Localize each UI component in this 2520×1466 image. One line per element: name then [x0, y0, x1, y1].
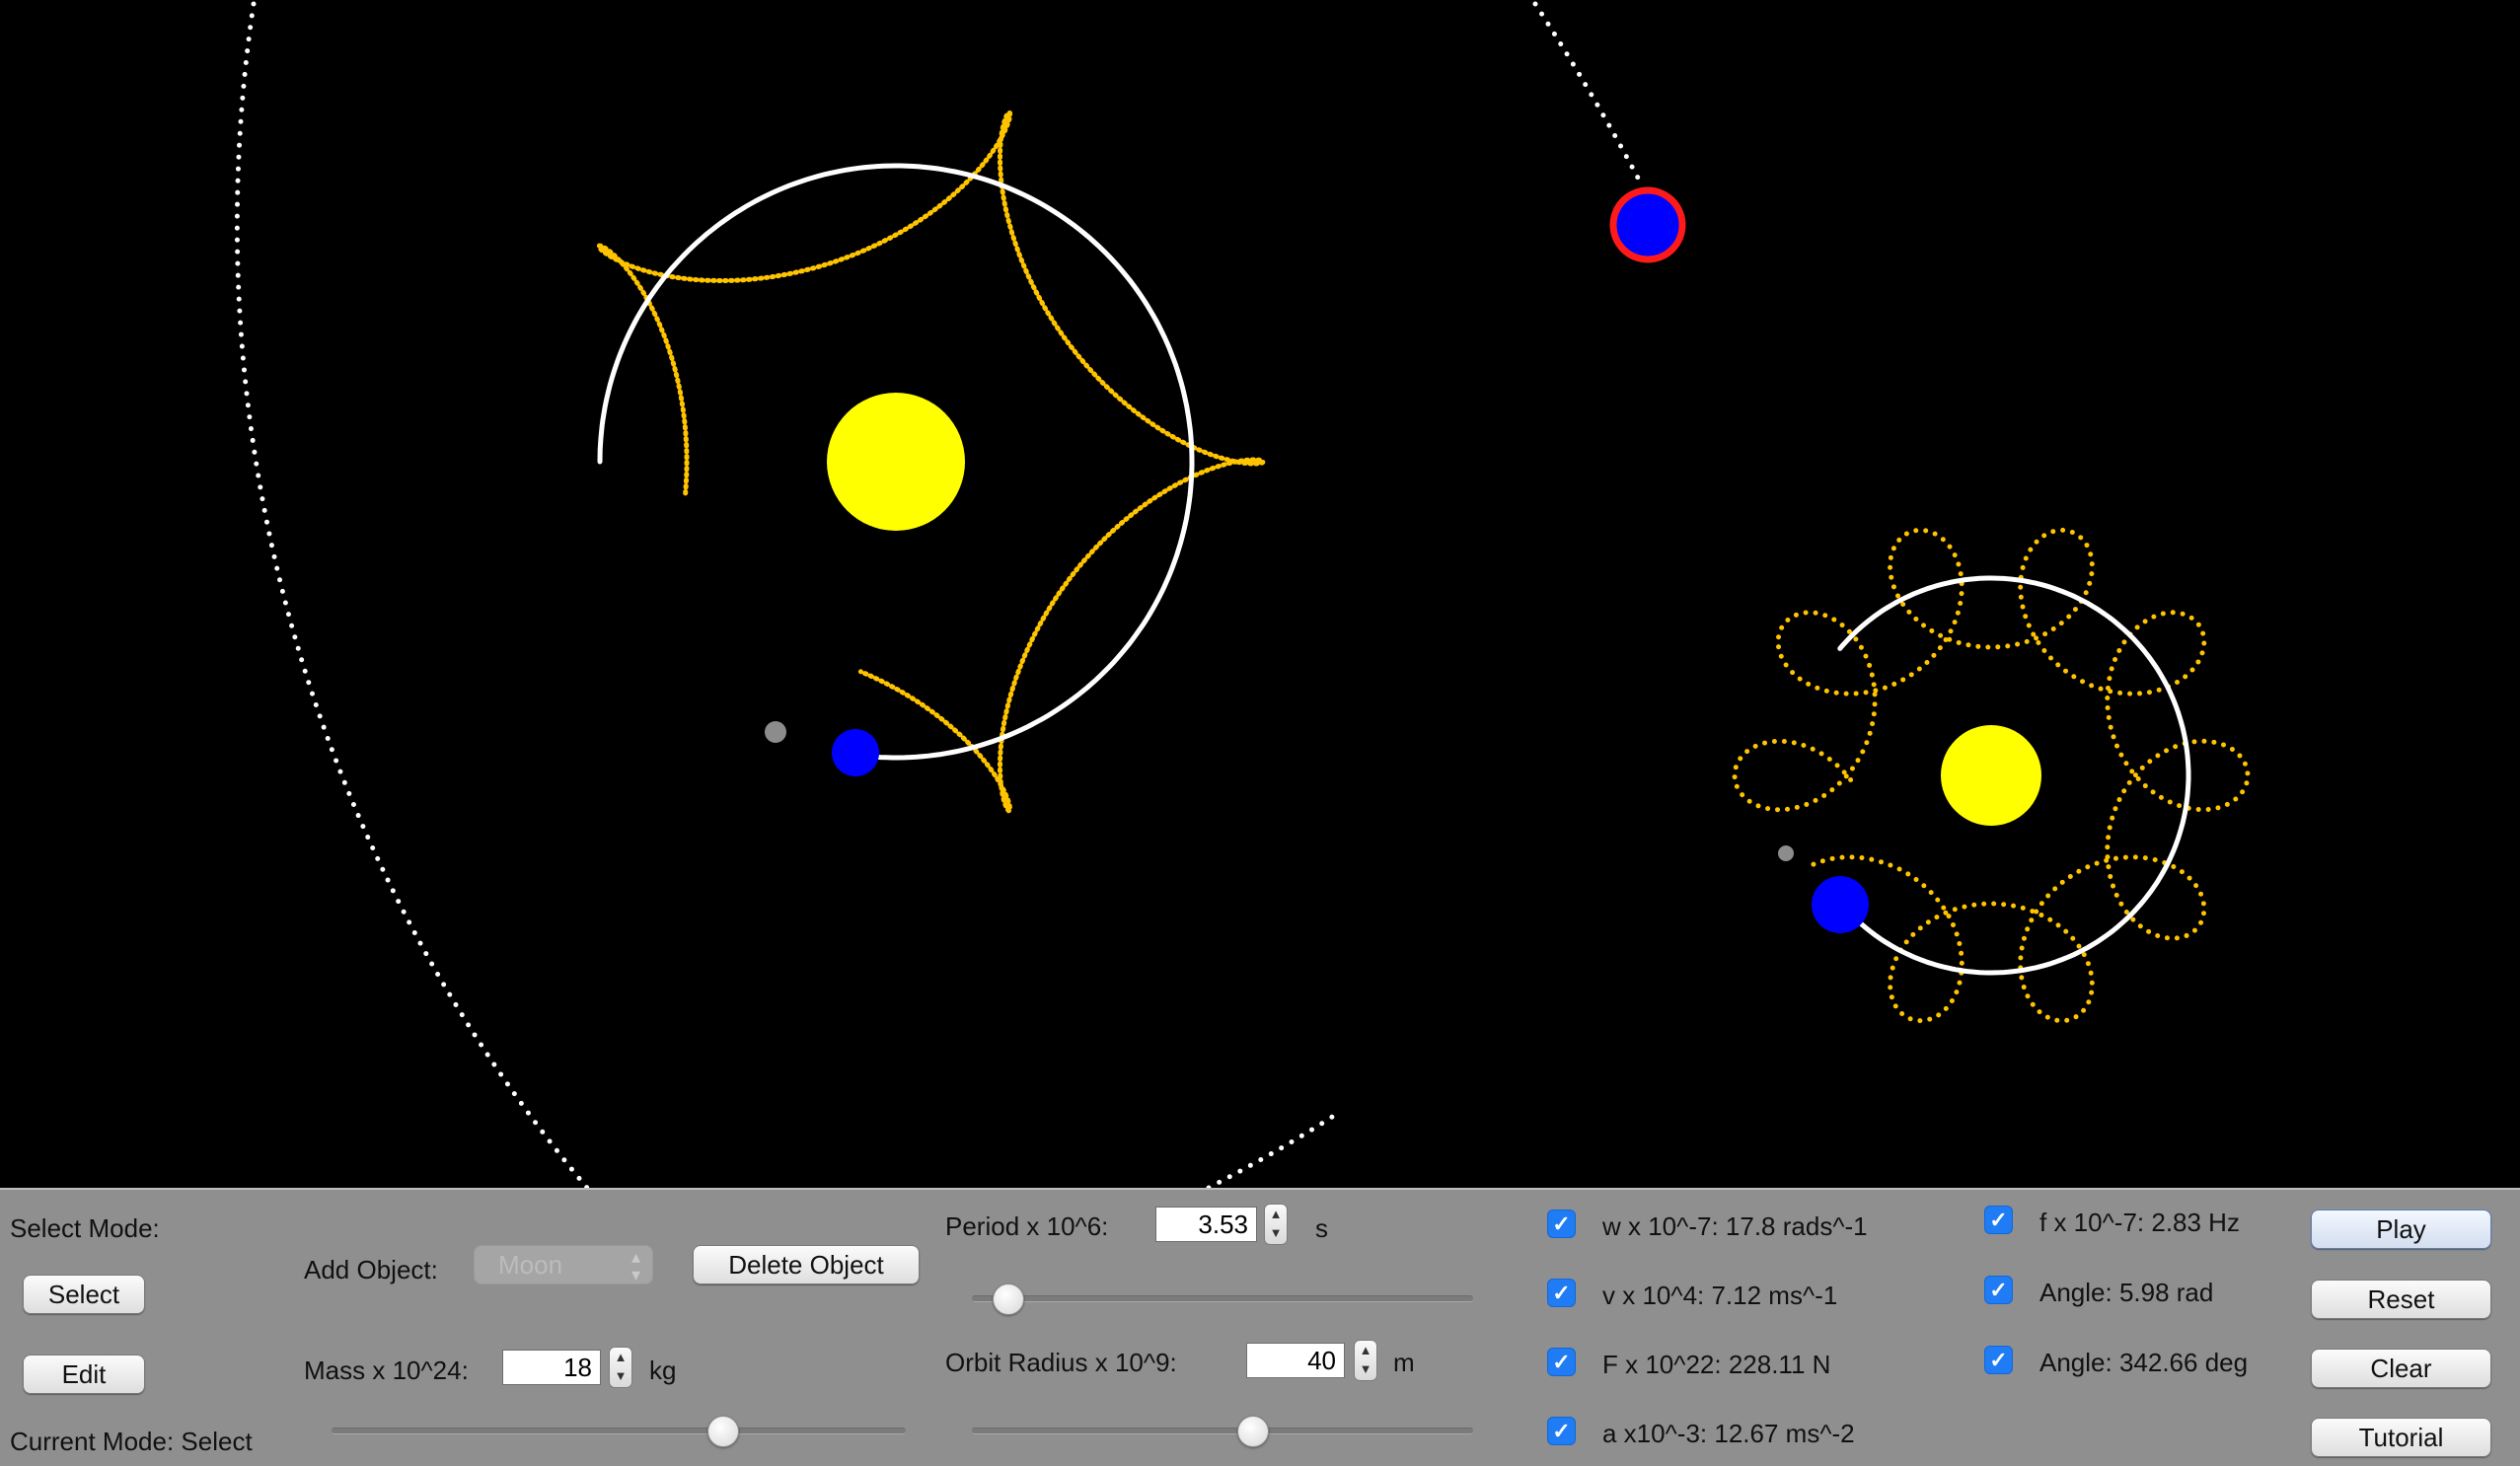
- orbit-radius-input[interactable]: 40: [1246, 1343, 1345, 1378]
- orbit-radius-stepper[interactable]: ▲ ▼: [1354, 1340, 1377, 1381]
- mass-unit: kg: [649, 1356, 677, 1385]
- w-checkbox[interactable]: ✓: [1547, 1209, 1576, 1238]
- velocity-readout: v x 10^4: 7.12 ms^-1: [1602, 1281, 1838, 1310]
- f-checkbox[interactable]: ✓: [1984, 1206, 2013, 1234]
- clear-button[interactable]: Clear: [2311, 1349, 2491, 1388]
- dropdown-arrows-icon: ▴ ▾: [630, 1247, 640, 1284]
- angle-deg-readout: Angle: 342.66 deg: [2039, 1348, 2249, 1377]
- orbit-radius-label: Orbit Radius x 10^9:: [945, 1348, 1177, 1377]
- mass-input[interactable]: 18: [502, 1350, 601, 1385]
- period-slider-thumb[interactable]: [992, 1283, 1024, 1315]
- angle-rad-readout: Angle: 5.98 rad: [2039, 1278, 2214, 1307]
- force-readout: F x 10^22: 228.11 N: [1602, 1350, 1831, 1379]
- tutorial-button[interactable]: Tutorial: [2311, 1418, 2491, 1457]
- period-input[interactable]: 3.53: [1155, 1207, 1257, 1242]
- period-stepper[interactable]: ▲ ▼: [1264, 1204, 1288, 1245]
- planet-system-2[interactable]: [1812, 876, 1869, 933]
- frequency-readout: f x 10^-7: 2.83 Hz: [2039, 1208, 2240, 1237]
- edit-mode-button[interactable]: Edit: [23, 1355, 145, 1394]
- orbit-radius-slider-track[interactable]: [972, 1428, 1473, 1434]
- period-slider-track[interactable]: [972, 1295, 1473, 1302]
- selected-planet-trail: [1532, 1, 1643, 184]
- play-button[interactable]: Play: [2311, 1209, 2491, 1249]
- add-object-label: Add Object:: [304, 1255, 438, 1284]
- period-label: Period x 10^6:: [945, 1211, 1109, 1241]
- control-panel: Select Mode: Select Edit Current Mode: S…: [0, 1188, 2520, 1466]
- delete-object-button[interactable]: Delete Object: [693, 1245, 920, 1284]
- orbit-radius-slider-thumb[interactable]: [1237, 1416, 1270, 1447]
- v-checkbox[interactable]: ✓: [1547, 1279, 1576, 1307]
- selected-planet[interactable]: [1609, 186, 1686, 263]
- planet-system-1[interactable]: [832, 729, 879, 776]
- F-checkbox[interactable]: ✓: [1547, 1348, 1576, 1376]
- mass-label: Mass x 10^24:: [304, 1356, 469, 1385]
- select-mode-label: Select Mode:: [10, 1213, 160, 1243]
- sun-system-2[interactable]: [1941, 725, 2041, 826]
- outer-orbit-trail-lower: [1206, 1109, 1343, 1188]
- moon-system-2[interactable]: [1778, 845, 1794, 861]
- sun-system-1[interactable]: [827, 393, 965, 531]
- reset-button[interactable]: Reset: [2311, 1280, 2491, 1319]
- add-object-value: Moon: [498, 1250, 563, 1280]
- angle-rad-checkbox[interactable]: ✓: [1984, 1276, 2013, 1304]
- period-unit: s: [1315, 1213, 1328, 1243]
- a-checkbox[interactable]: ✓: [1547, 1417, 1576, 1445]
- moon-system-1[interactable]: [765, 721, 786, 743]
- select-mode-button[interactable]: Select: [23, 1275, 145, 1314]
- current-mode-label: Current Mode: Select: [10, 1427, 253, 1456]
- add-object-dropdown[interactable]: Moon ▴ ▾: [474, 1245, 653, 1284]
- angle-deg-checkbox[interactable]: ✓: [1984, 1346, 2013, 1374]
- mass-slider-thumb[interactable]: [706, 1416, 739, 1447]
- simulation-canvas[interactable]: [0, 0, 2520, 1188]
- mass-slider-track[interactable]: [332, 1428, 906, 1434]
- acceleration-readout: a x10^-3: 12.67 ms^-2: [1602, 1419, 1855, 1448]
- simulation-svg[interactable]: [0, 0, 2520, 1188]
- outer-orbit-trail: [234, 1, 590, 1188]
- mass-stepper[interactable]: ▲ ▼: [609, 1347, 632, 1388]
- angular-velocity-readout: w x 10^-7: 17.8 rads^-1: [1602, 1211, 1868, 1241]
- orbit-radius-unit: m: [1393, 1348, 1415, 1377]
